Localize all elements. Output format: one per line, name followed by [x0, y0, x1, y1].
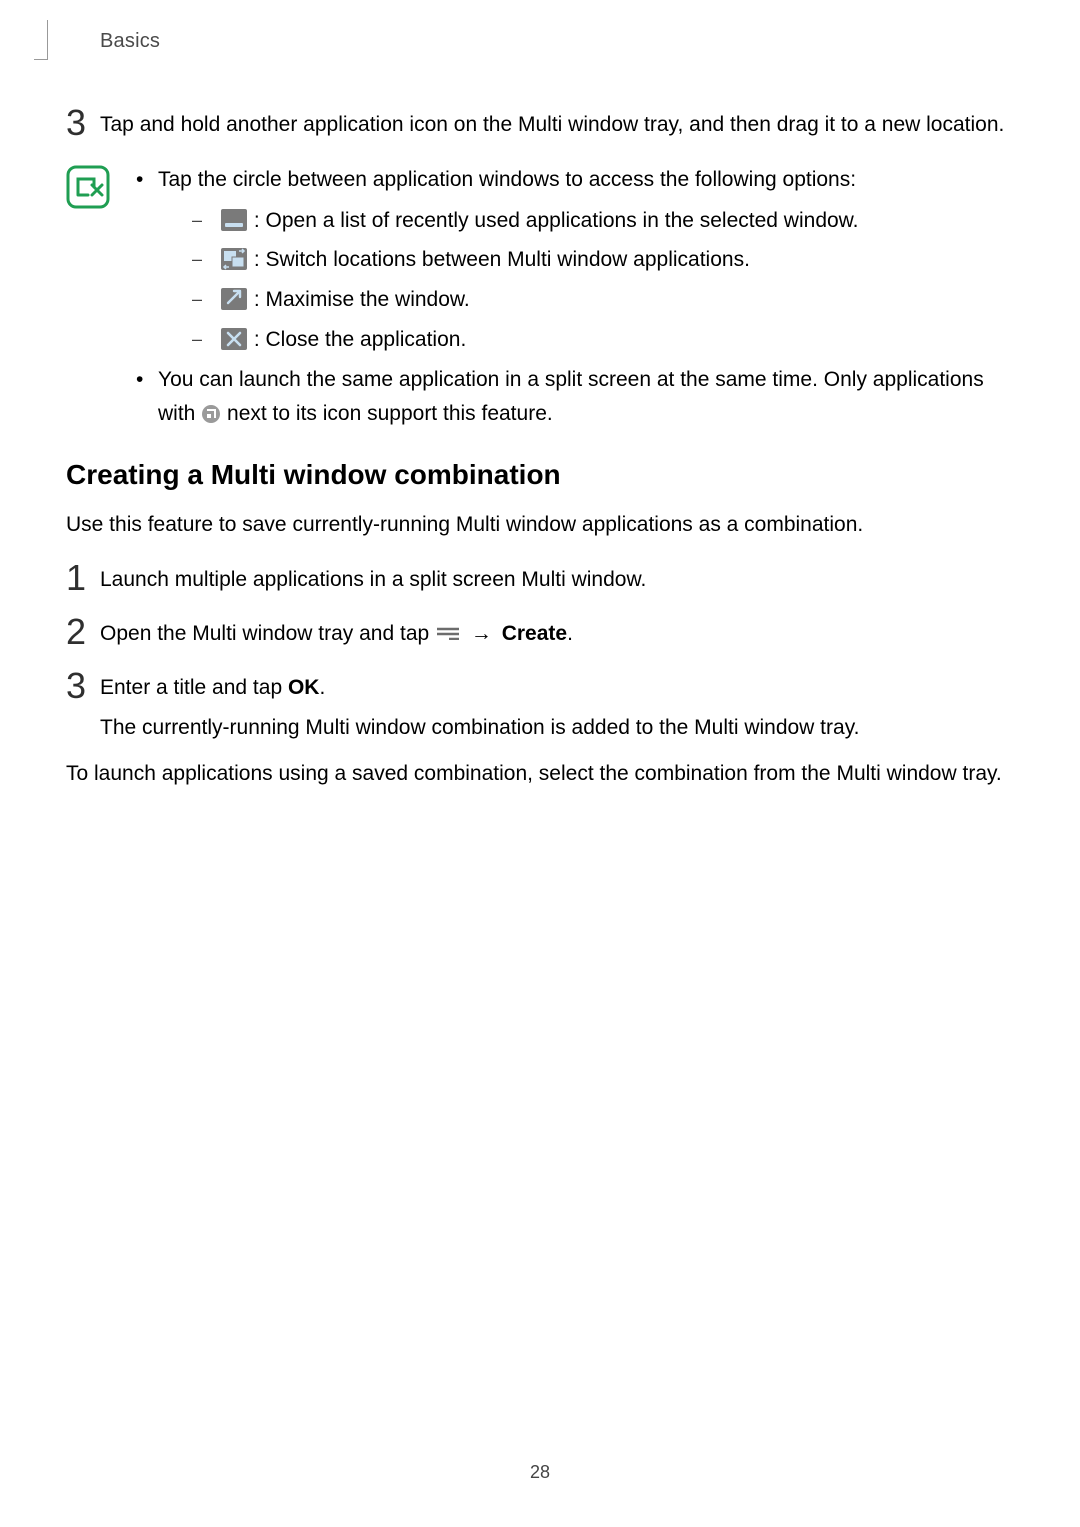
tip-subitem-recent-text: : Open a list of recently used applicati…	[248, 209, 859, 232]
section2-step-2: 2 Open the Multi window tray and tap → C…	[66, 614, 1014, 650]
tray-edit-icon	[435, 626, 461, 640]
tip-subitem-switch: : Switch locations between Multi window …	[158, 242, 1014, 278]
tip-subitem-recent: : Open a list of recently used applicati…	[158, 203, 1014, 239]
tip-block: Tap the circle between application windo…	[66, 163, 1014, 431]
tip-body: Tap the circle between application windo…	[110, 163, 1014, 431]
section2-outro: To launch applications using a saved com…	[66, 758, 1014, 790]
tip-subitem-maximise: : Maximise the window.	[158, 282, 1014, 318]
arrow-icon: →	[467, 618, 496, 650]
note-icon	[66, 165, 110, 209]
close-app-icon	[220, 327, 248, 351]
maximise-icon	[220, 287, 248, 311]
step-number-3b: 3	[66, 668, 100, 704]
page-number: 28	[0, 1462, 1080, 1483]
section2-step-3-text-a: Enter a title and tap	[100, 676, 288, 699]
section2-step-2-text-c: .	[567, 622, 573, 645]
breadcrumb: Basics	[100, 30, 1014, 53]
section2-step-3-text: Enter a title and tap OK.	[100, 668, 1014, 704]
tip-bullet-2-text-b: next to its icon support this feature.	[227, 402, 553, 425]
section2-step-2-text-a: Open the Multi window tray and tap	[100, 622, 435, 645]
tip-subitem-switch-text: : Switch locations between Multi window …	[248, 248, 750, 271]
section2-intro: Use this feature to save currently-runni…	[66, 509, 1014, 541]
step-number-3: 3	[66, 105, 100, 141]
section2-step-2-text: Open the Multi window tray and tap → Cre…	[100, 614, 1014, 650]
section2-step-3-sub: The currently-running Multi window combi…	[100, 712, 1014, 744]
step-3-text: Tap and hold another application icon on…	[100, 105, 1014, 141]
switch-windows-icon	[220, 247, 248, 271]
tip-bullet-1-text: Tap the circle between application windo…	[158, 168, 856, 191]
tip-bullet-1: Tap the circle between application windo…	[130, 163, 1014, 357]
create-label: Create	[502, 622, 567, 645]
section2-step-1-text: Launch multiple applications in a split …	[100, 560, 1014, 596]
content-area: 3 Tap and hold another application icon …	[66, 105, 1014, 789]
tip-subitem-close: : Close the application.	[158, 322, 1014, 358]
recent-apps-icon	[220, 208, 248, 232]
section2-step-1: 1 Launch multiple applications in a spli…	[66, 560, 1014, 596]
ok-label: OK	[288, 676, 320, 699]
step-3-row: 3 Tap and hold another application icon …	[66, 105, 1014, 141]
multiwindow-badge-icon	[201, 404, 221, 424]
heading-creating-combination: Creating a Multi window combination	[66, 459, 1014, 491]
section2-step-3: 3 Enter a title and tap OK.	[66, 668, 1014, 704]
step-number-1: 1	[66, 560, 100, 596]
tip-subitem-close-text: : Close the application.	[248, 328, 466, 351]
tip-subitem-maximise-text: : Maximise the window.	[248, 288, 470, 311]
header-tick-mark	[34, 20, 48, 60]
page: Basics 3 Tap and hold another applicatio…	[0, 0, 1080, 1527]
step-number-2: 2	[66, 614, 100, 650]
section2-step-3-text-c: .	[319, 676, 325, 699]
tip-bullet-2: You can launch the same application in a…	[130, 363, 1014, 430]
